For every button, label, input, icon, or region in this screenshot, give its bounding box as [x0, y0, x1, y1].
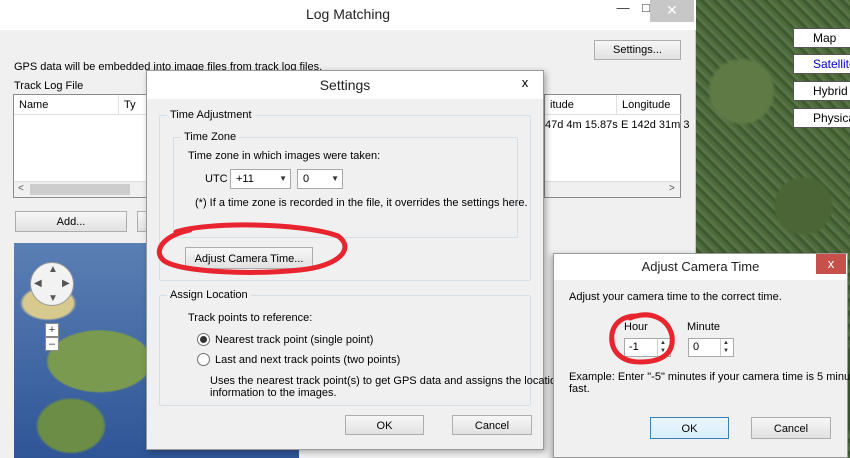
- pan-right-icon[interactable]: ▶: [62, 278, 70, 289]
- nearest-point-radio[interactable]: [197, 333, 210, 346]
- latitude-cell: 47d 4m 15.87s: [545, 119, 618, 131]
- map-pan-control[interactable]: ▲ ▼ ◀ ▶: [30, 262, 74, 306]
- adjust-ok-button[interactable]: OK: [650, 417, 729, 439]
- location-help-line-2: information to the images.: [210, 387, 337, 399]
- hour-value: -1: [629, 341, 639, 353]
- pan-down-icon[interactable]: ▼: [48, 293, 58, 304]
- settings-dialog: Settings x Time Adjustment Time Zone Tim…: [146, 70, 562, 450]
- minute-stepper[interactable]: 0 ▲ ▼: [688, 338, 734, 357]
- example-line-2: fast.: [569, 383, 590, 395]
- settings-cancel-button[interactable]: Cancel: [452, 415, 532, 435]
- scroll-right-icon[interactable]: >: [669, 183, 675, 194]
- close-icon[interactable]: ✕: [650, 0, 694, 22]
- adjust-camera-time-dialog: Adjust Camera Time x Adjust your camera …: [553, 253, 850, 458]
- map-type-satellite-button[interactable]: Satellite: [793, 54, 850, 74]
- log-matching-title: Log Matching: [0, 0, 696, 30]
- assign-location-label: Assign Location: [167, 289, 251, 301]
- minute-spin-buttons[interactable]: ▲ ▼: [720, 339, 733, 356]
- map-type-hybrid-button[interactable]: Hybrid: [793, 81, 850, 101]
- utc-minute-select[interactable]: 0 ▼: [297, 169, 343, 189]
- track-log-list[interactable]: Name Ty <: [13, 94, 149, 198]
- scroll-left-icon[interactable]: <: [18, 183, 24, 194]
- two-points-label[interactable]: Last and next track points (two points): [215, 354, 400, 366]
- add-track-log-button[interactable]: Add...: [15, 211, 127, 232]
- chevron-down-icon: ▼: [279, 174, 287, 183]
- spin-up-icon[interactable]: ▲: [723, 340, 729, 346]
- track-points-label: Track points to reference:: [188, 312, 313, 324]
- column-header-type[interactable]: Ty: [119, 95, 149, 115]
- column-header-name[interactable]: Name: [14, 95, 119, 115]
- spin-down-icon[interactable]: ▼: [660, 348, 666, 354]
- longitude-cell: E 142d 31m 3: [621, 119, 690, 131]
- utc-hour-select[interactable]: +11 ▼: [230, 169, 291, 189]
- time-adjustment-label: Time Adjustment: [167, 109, 255, 121]
- settings-ok-button[interactable]: OK: [345, 415, 424, 435]
- settings-title: Settings: [147, 71, 543, 99]
- column-header-longitude[interactable]: Longitude: [617, 95, 682, 115]
- example-line-1: Example: Enter "-5" minutes if your came…: [569, 371, 850, 383]
- adjust-cancel-button[interactable]: Cancel: [751, 417, 831, 439]
- time-zone-label: Time Zone: [181, 131, 240, 143]
- utc-minute-value: 0: [303, 173, 310, 185]
- horizontal-scrollbar[interactable]: >: [545, 181, 680, 197]
- column-header-latitude[interactable]: itude: [545, 95, 617, 115]
- utc-label: UTC: [205, 173, 228, 185]
- minute-value: 0: [693, 341, 700, 353]
- utc-hour-value: +11: [236, 173, 254, 185]
- map-type-physical-button[interactable]: Physical: [793, 108, 850, 128]
- scrollbar-thumb[interactable]: [30, 184, 130, 195]
- hour-label: Hour: [624, 321, 648, 333]
- pan-left-icon[interactable]: ◀: [34, 278, 42, 289]
- settings-button[interactable]: Settings...: [594, 40, 681, 60]
- chevron-down-icon: ▼: [331, 174, 339, 183]
- zoom-in-icon[interactable]: +: [45, 323, 59, 337]
- track-point-list[interactable]: itude Longitude 47d 4m 15.87s E 142d 31m…: [544, 94, 690, 198]
- zoom-out-icon[interactable]: –: [45, 337, 59, 351]
- hour-stepper[interactable]: -1 ▲ ▼: [624, 338, 671, 357]
- adjust-camera-time-title: Adjust Camera Time: [554, 254, 847, 280]
- map-type-map-button[interactable]: Map: [793, 28, 850, 48]
- adjust-instruction: Adjust your camera time to the correct t…: [569, 291, 782, 303]
- nearest-point-label[interactable]: Nearest track point (single point): [215, 334, 373, 346]
- horizontal-scrollbar[interactable]: <: [14, 181, 147, 197]
- pan-up-icon[interactable]: ▲: [48, 264, 58, 275]
- time-zone-note: (*) If a time zone is recorded in the fi…: [195, 197, 528, 209]
- minute-label: Minute: [687, 321, 721, 333]
- adjust-camera-time-button[interactable]: Adjust Camera Time...: [185, 247, 313, 269]
- spin-down-icon[interactable]: ▼: [723, 348, 729, 354]
- close-icon[interactable]: x: [816, 254, 846, 274]
- hour-spin-buttons[interactable]: ▲ ▼: [657, 339, 670, 356]
- spin-up-icon[interactable]: ▲: [660, 340, 666, 346]
- minimize-icon[interactable]: —: [610, 0, 636, 22]
- time-zone-prompt: Time zone in which images were taken:: [188, 150, 381, 162]
- two-points-radio[interactable]: [197, 353, 210, 366]
- close-icon[interactable]: x: [513, 75, 537, 93]
- location-help-line-1: Uses the nearest track point(s) to get G…: [210, 375, 563, 387]
- track-log-label: Track Log File: [14, 80, 84, 92]
